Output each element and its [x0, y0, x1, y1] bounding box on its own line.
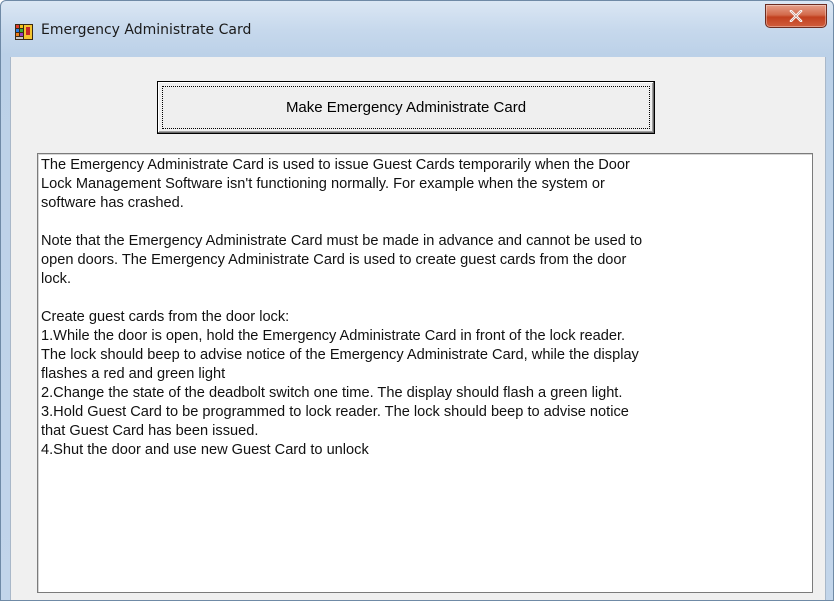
- text-line: Lock Management Software isn't functioni…: [41, 176, 605, 192]
- window-title: Emergency Administrate Card: [41, 22, 252, 38]
- make-emergency-card-button[interactable]: Make Emergency Administrate Card: [157, 81, 655, 134]
- dialog-client-area: Make Emergency Administrate Card The Eme…: [10, 57, 826, 600]
- app-grid-icon: [15, 23, 33, 41]
- close-button[interactable]: [765, 4, 827, 28]
- dialog-window: Emergency Administrate Card Make Emergen…: [0, 0, 834, 601]
- text-line: that Guest Card has been issued.: [41, 423, 259, 439]
- text-line: Note that the Emergency Administrate Car…: [41, 233, 643, 249]
- text-line: The Emergency Administrate Card is used …: [41, 157, 630, 173]
- description-textarea[interactable]: The Emergency Administrate Card is used …: [37, 153, 813, 593]
- title-bar[interactable]: Emergency Administrate Card: [1, 1, 833, 57]
- text-line: lock.: [41, 271, 72, 287]
- text-line: 2.Change the state of the deadbolt switc…: [41, 385, 623, 401]
- text-line: 4.Shut the door and use new Guest Card t…: [41, 442, 369, 458]
- close-x-icon: [789, 10, 803, 22]
- text-line: 3.Hold Guest Card to be programmed to lo…: [41, 404, 629, 420]
- text-line: The lock should beep to advise notice of…: [41, 347, 639, 363]
- make-emergency-card-button-label: Make Emergency Administrate Card: [162, 86, 650, 129]
- text-line: software has crashed.: [41, 195, 184, 211]
- text-line: Create guest cards from the door lock:: [41, 309, 290, 325]
- text-line: open doors. The Emergency Administrate C…: [41, 252, 627, 268]
- text-line: 1.While the door is open, hold the Emerg…: [41, 328, 626, 344]
- text-line: flashes a red and green light: [41, 366, 226, 382]
